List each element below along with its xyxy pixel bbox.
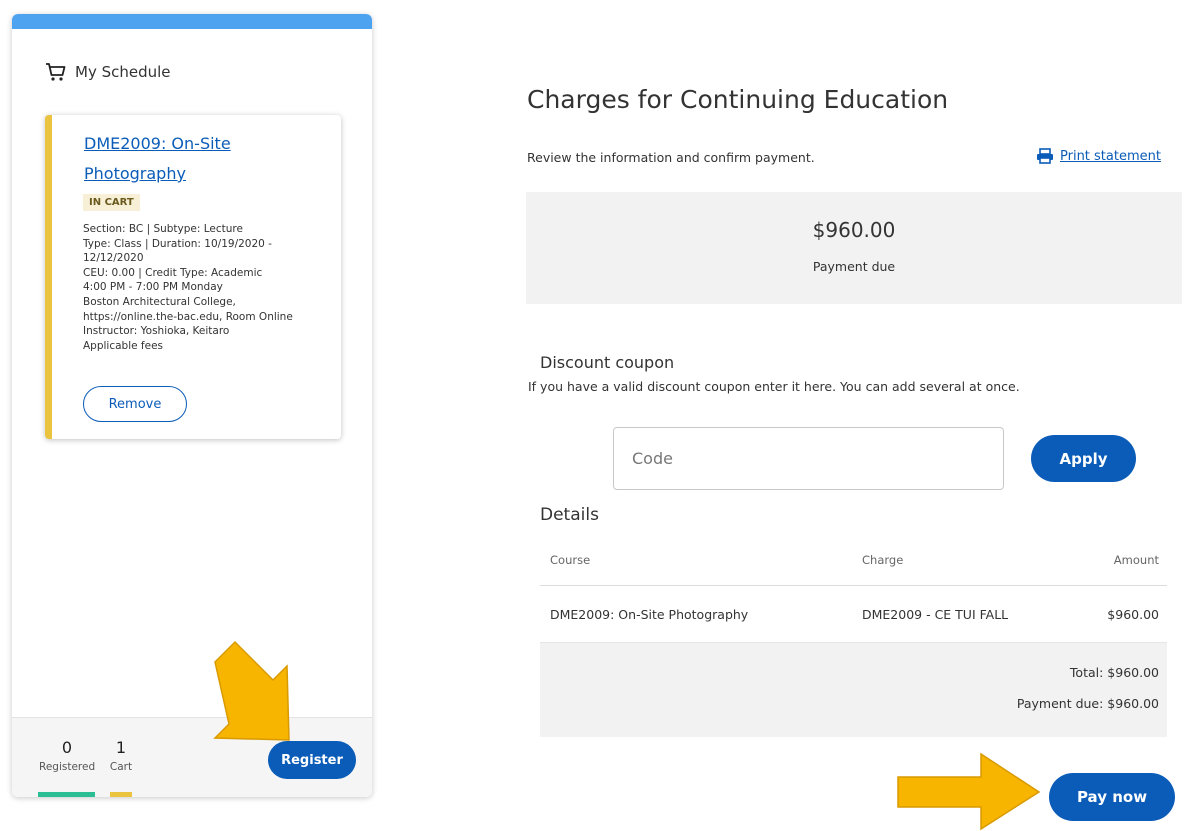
- page-subtitle: Review the information and confirm payme…: [527, 150, 815, 165]
- cell-course: DME2009: On-Site Photography: [540, 585, 862, 643]
- course-detail-line: 4:00 PM - 7:00 PM Monday: [83, 281, 223, 294]
- course-detail-line: 12/12/2020: [83, 252, 144, 265]
- cart-counter[interactable]: 1 Cart: [106, 738, 136, 773]
- cart-indicator: [110, 792, 132, 797]
- register-button[interactable]: Register: [268, 741, 356, 779]
- course-detail-line: Instructor: Yoshioka, Keitaro: [83, 325, 230, 338]
- cart-label: Cart: [109, 761, 133, 773]
- charges-table: Course Charge Amount DME2009: On-Site Ph…: [540, 535, 1167, 643]
- payment-due-line: Payment due: $960.00: [1016, 696, 1159, 711]
- course-detail-line: Applicable fees: [83, 339, 164, 352]
- cell-charge: DME2009 - CE TUI FALL: [862, 585, 1082, 643]
- print-statement-link[interactable]: Print statement: [1036, 148, 1161, 164]
- cell-amount: $960.00: [1082, 585, 1167, 643]
- course-detail-line: Type: Class | Duration: 10/19/2020 -: [83, 237, 272, 250]
- course-card: DME2009: On-Site Photography IN CART Sec…: [45, 115, 341, 439]
- discount-description: If you have a valid discount coupon ente…: [528, 379, 1020, 394]
- discount-title: Discount coupon: [540, 353, 675, 372]
- schedule-header: My Schedule: [45, 62, 171, 82]
- panel-top-bar: [12, 14, 372, 29]
- course-detail-line: https://online.the-bac.edu, Room Online: [83, 310, 293, 323]
- cart-icon: [46, 63, 66, 81]
- arrow-to-pay-icon: [897, 752, 1041, 831]
- page-title: Charges for Continuing Education: [527, 85, 949, 114]
- print-statement-label: Print statement: [1060, 148, 1161, 164]
- column-header-amount: Amount: [1082, 535, 1167, 586]
- schedule-footer: 0 Registered 1 Cart Register: [12, 717, 372, 797]
- course-details: Section: BC | Subtype: Lecture Type: Cla…: [83, 222, 338, 353]
- cart-count: 1: [115, 738, 127, 757]
- status-badge: IN CART: [83, 194, 140, 211]
- payment-summary: $960.00 Payment due: [526, 192, 1182, 304]
- table-row: DME2009: On-Site Photography DME2009 - C…: [540, 585, 1167, 643]
- total-line: Total: $960.00: [1069, 665, 1159, 680]
- registered-counter[interactable]: 0 Registered: [39, 738, 95, 773]
- course-detail-line: Section: BC | Subtype: Lecture: [83, 223, 243, 235]
- details-title: Details: [540, 505, 599, 525]
- printer-icon: [1037, 148, 1053, 164]
- schedule-title: My Schedule: [75, 63, 171, 81]
- pay-now-button[interactable]: Pay now: [1049, 773, 1175, 821]
- apply-coupon-button[interactable]: Apply: [1031, 435, 1136, 482]
- course-detail-line: Boston Architectural College,: [83, 295, 236, 308]
- column-header-charge: Charge: [862, 535, 1082, 586]
- arrow-to-register-icon: [213, 640, 290, 741]
- registered-count: 0: [61, 738, 73, 757]
- coupon-code-input[interactable]: [613, 427, 1004, 490]
- course-detail-line: CEU: 0.00 | Credit Type: Academic: [83, 266, 263, 279]
- payment-amount: $960.00: [812, 218, 896, 242]
- table-header-row: Course Charge Amount: [540, 535, 1167, 586]
- remove-button[interactable]: Remove: [83, 386, 187, 422]
- registered-indicator: [38, 792, 95, 797]
- totals-summary: Total: $960.00 Payment due: $960.00: [540, 643, 1167, 737]
- course-title-link[interactable]: DME2009: On-Site Photography: [84, 129, 294, 189]
- column-header-course: Course: [540, 535, 862, 586]
- registered-label: Registered: [39, 761, 96, 773]
- payment-due-label: Payment due: [812, 259, 896, 274]
- schedule-panel: My Schedule DME2009: On-Site Photography…: [12, 14, 372, 797]
